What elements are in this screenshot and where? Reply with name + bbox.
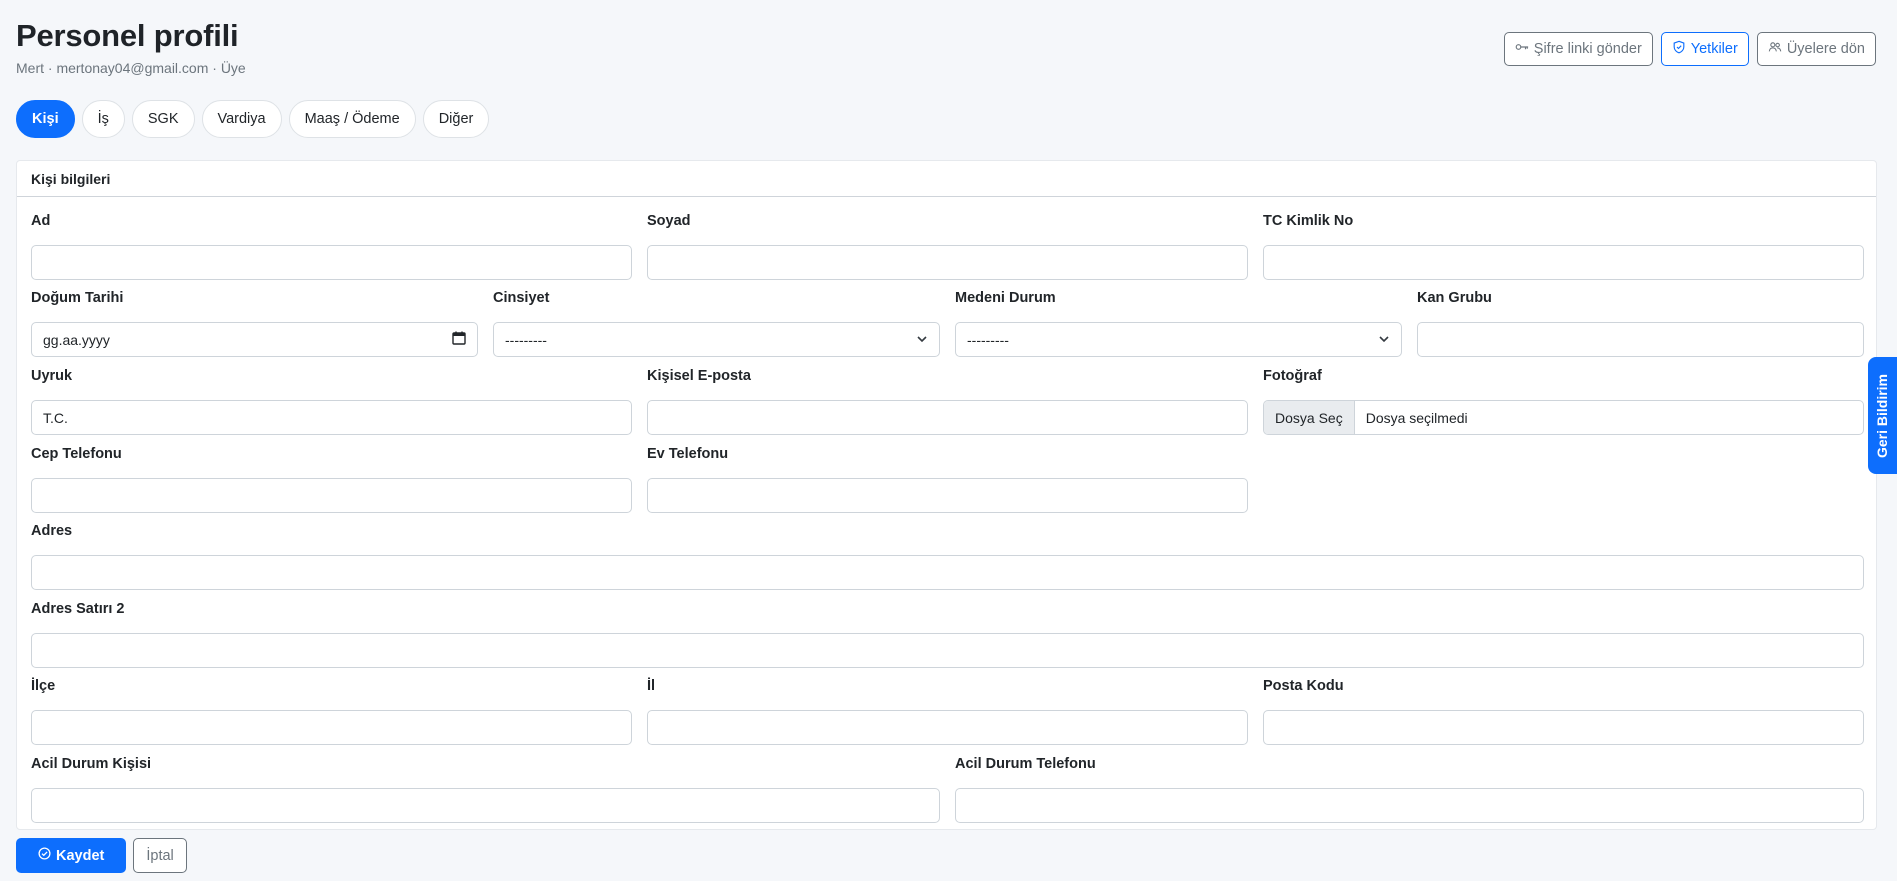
file-status: Dosya seçilmedi [1365,409,1468,426]
tab-vardiya[interactable]: Vardiya [201,100,282,138]
key-icon [1515,40,1529,58]
cinsiyet-label: Cinsiyet [493,290,550,306]
tab-is[interactable]: İş [81,100,125,138]
il-input[interactable] [647,710,1248,745]
users-icon [1768,40,1782,58]
field-dogum-tarihi: Doğum Tarihi gg.aa.yyyy [31,290,478,357]
header-actions: Şifre linki gönder Yetkiler Üyelere dön [1503,32,1876,66]
field-ilce: İlçe [31,678,632,745]
tab-diger[interactable]: Diğer [422,100,490,138]
chevron-down-icon [916,332,928,348]
soyad-input[interactable] [647,245,1248,280]
card-title: Kişi bilgileri [17,161,1876,197]
feedback-label: Geri Bildirim [1874,373,1891,458]
save-label: Kaydet [56,847,105,864]
field-kan-grubu: Kan Grubu [1417,290,1864,357]
fotograf-file-input[interactable]: Dosya Seç Dosya seçilmedi [1263,400,1864,435]
adres-satiri-2-input[interactable] [31,633,1864,668]
field-medeni-durum: Medeni Durum --------- [955,290,1402,357]
soyad-label: Soyad [647,213,691,229]
field-cep-telefonu: Cep Telefonu [31,446,632,513]
tc-kimlik-input[interactable] [1263,245,1864,280]
field-acil-durum-kisisi: Acil Durum Kişisi [31,756,940,823]
feedback-tab[interactable]: Geri Bildirim [1868,357,1897,474]
acil-durum-kisisi-label: Acil Durum Kişisi [31,756,152,772]
tab-kisi[interactable]: Kişi [16,100,75,138]
permissions-label: Yetkiler [1690,41,1738,57]
field-kisisel-eposta: Kişisel E-posta [647,368,1248,435]
field-soyad: Soyad [647,213,1248,280]
ilce-input[interactable] [31,710,632,745]
adres-satiri-2-label: Adres Satırı 2 [31,601,125,617]
field-tc-kimlik: TC Kimlik No [1263,213,1864,280]
save-button[interactable]: Kaydet [16,838,127,873]
cancel-button[interactable]: İptal [133,838,187,873]
fotograf-label: Fotoğraf [1263,368,1322,384]
posta-kodu-input[interactable] [1263,710,1864,745]
acil-durum-telefonu-input[interactable] [955,788,1864,823]
permissions-button[interactable]: Yetkiler [1660,32,1749,66]
field-cinsiyet: Cinsiyet --------- [493,290,940,357]
cep-telefonu-label: Cep Telefonu [31,446,122,462]
tab-maas-odeme[interactable]: Maaş / Ödeme [288,100,416,138]
calendar-icon[interactable] [452,331,466,348]
cinsiyet-select[interactable]: --------- [493,322,940,357]
tab-sgk[interactable]: SGK [131,100,195,138]
personal-info-card: Kişi bilgileri Ad Soyad TC Kimlik No Doğ… [16,160,1877,830]
ad-input[interactable] [31,245,632,280]
uyruk-input[interactable]: T.C. [31,400,632,435]
page-title: Personel profili [16,18,239,53]
field-adres-satiri-2: Adres Satırı 2 [31,601,1864,668]
kan-grubu-input[interactable] [1417,322,1864,357]
dogum-tarihi-label: Doğum Tarihi [31,290,124,306]
field-ev-telefonu: Ev Telefonu [647,446,1248,513]
medeni-durum-select[interactable]: --------- [955,322,1402,357]
field-fotograf: Fotoğraf Dosya Seç Dosya seçilmedi [1263,368,1864,435]
choose-file-button[interactable]: Dosya Seç [1264,401,1355,434]
ev-telefonu-label: Ev Telefonu [647,446,729,462]
send-password-link-button[interactable]: Şifre linki gönder [1503,32,1653,66]
check-circle-icon [38,847,51,864]
field-posta-kodu: Posta Kodu [1263,678,1864,745]
back-to-members-label: Üyelere dön [1786,41,1865,57]
chevron-down-icon [1378,332,1390,348]
medeni-durum-label: Medeni Durum [955,290,1056,306]
page-subtitle: Mert · mertonay04@gmail.com · Üye [16,60,246,76]
kan-grubu-label: Kan Grubu [1417,290,1492,306]
ev-telefonu-input[interactable] [647,478,1248,513]
posta-kodu-label: Posta Kodu [1263,678,1344,694]
page-header: Personel profili Mert · mertonay04@gmail… [16,0,1876,88]
field-uyruk: Uyruk T.C. [31,368,632,435]
acil-durum-telefonu-label: Acil Durum Telefonu [955,756,1096,772]
form-actions: Kaydet İptal [16,838,187,873]
cep-telefonu-input[interactable] [31,478,632,513]
field-ad: Ad [31,213,632,280]
back-to-members-button[interactable]: Üyelere dön [1756,32,1876,66]
ad-label: Ad [31,213,51,229]
kisisel-eposta-input[interactable] [647,400,1248,435]
ilce-label: İlçe [31,678,56,694]
adres-label: Adres [31,523,73,539]
acil-durum-kisisi-input[interactable] [31,788,940,823]
dogum-tarihi-input[interactable]: gg.aa.yyyy [31,322,478,357]
field-adres: Adres [31,523,1864,590]
profile-tabs: Kişi İş SGK Vardiya Maaş / Ödeme Diğer [16,100,490,138]
personnel-profile-page: Personel profili Mert · mertonay04@gmail… [16,0,1877,873]
il-label: İl [647,678,656,694]
adres-input[interactable] [31,555,1864,590]
kisisel-eposta-label: Kişisel E-posta [647,368,751,384]
field-acil-durum-telefonu: Acil Durum Telefonu [955,756,1864,823]
field-il: İl [647,678,1248,745]
shield-icon [1672,40,1686,58]
send-password-link-label: Şifre linki gönder [1533,41,1642,57]
tc-kimlik-label: TC Kimlik No [1263,213,1354,229]
uyruk-label: Uyruk [31,368,73,384]
